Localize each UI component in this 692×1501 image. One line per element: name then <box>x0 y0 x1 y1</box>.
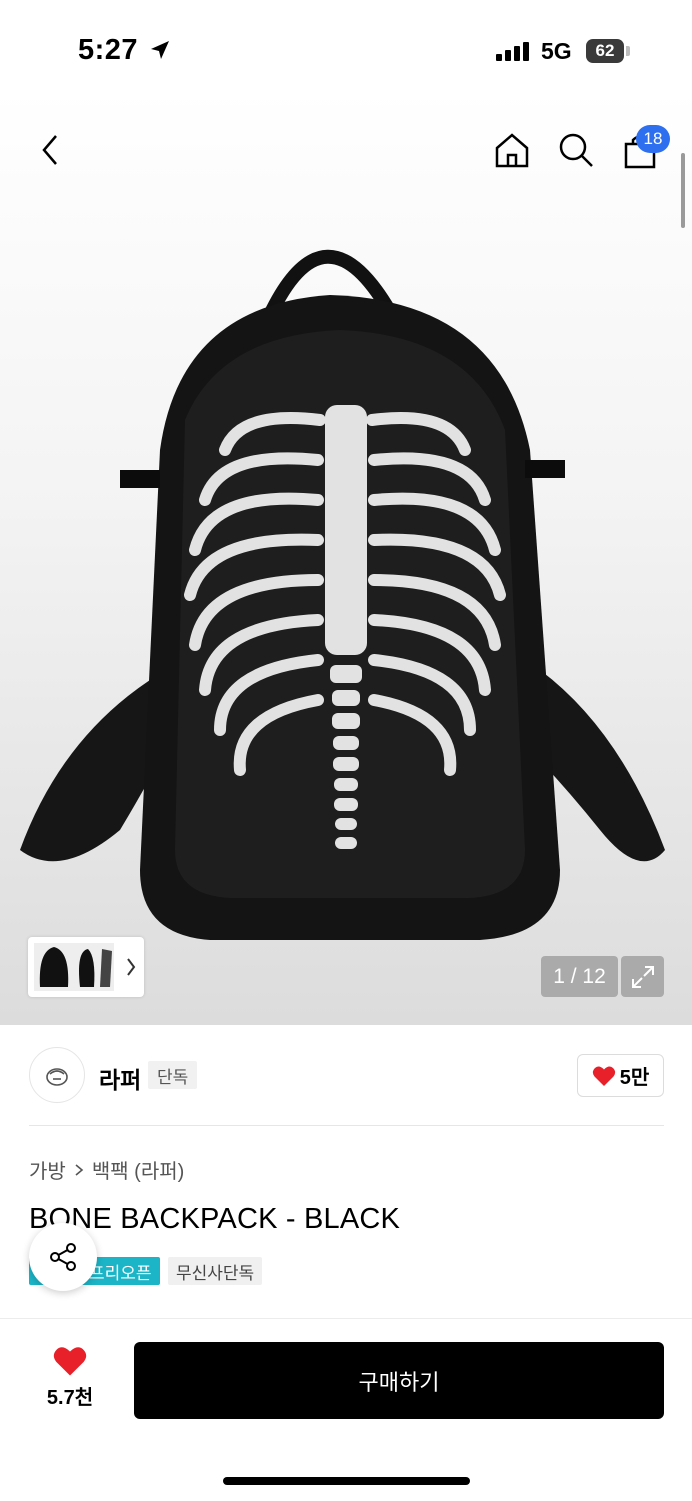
heart-icon <box>53 1347 87 1376</box>
brand-like-count: 5만 <box>619 1067 650 1089</box>
status-time: 5:27 <box>78 34 139 66</box>
wish-count: 5.7천 <box>46 1387 94 1409</box>
exclusive-tag: 단독 <box>148 1061 198 1089</box>
expand-button[interactable] <box>621 956 664 997</box>
heart-icon <box>592 1066 615 1086</box>
network-label: 5G <box>541 38 572 64</box>
cart-count-badge: 18 <box>636 125 670 153</box>
thumbnail-images <box>34 943 136 991</box>
back-button[interactable] <box>30 128 70 172</box>
home-button[interactable] <box>490 128 534 172</box>
musinsa-exclusive-tag: 무신사단독 <box>168 1257 263 1285</box>
thumbnail-strip[interactable] <box>28 937 144 997</box>
search-button[interactable] <box>554 128 598 172</box>
breadcrumb-subcategory[interactable]: 백팩 (라퍼) <box>92 1155 184 1184</box>
wish-button[interactable]: 5.7천 <box>35 1345 105 1410</box>
breadcrumb: 가방 백팩 (라퍼) <box>29 1155 184 1184</box>
home-indicator[interactable] <box>223 1477 470 1485</box>
battery-icon: 62 <box>586 39 624 63</box>
battery-level: 62 <box>595 41 615 60</box>
back-icon <box>42 135 57 165</box>
home-icon <box>495 133 529 168</box>
buy-button[interactable]: 구매하기 <box>134 1342 664 1419</box>
brand-logo-icon <box>46 1068 68 1086</box>
brand-logo[interactable] <box>29 1047 85 1103</box>
signal-icon <box>496 42 529 61</box>
search-icon <box>559 133 593 167</box>
chevron-right-icon <box>75 1163 84 1176</box>
share-button[interactable] <box>29 1223 97 1291</box>
battery-cap <box>626 46 630 56</box>
share-icon <box>50 1243 76 1271</box>
image-counter: 1 / 12 <box>541 956 618 997</box>
location-arrow-icon <box>151 41 169 59</box>
backpack-image <box>20 249 665 940</box>
breadcrumb-category[interactable]: 가방 <box>29 1155 66 1184</box>
divider <box>29 1125 664 1126</box>
brand-name[interactable]: 라퍼 <box>99 1061 141 1095</box>
brand-like-button[interactable]: 5만 <box>577 1054 664 1097</box>
expand-icon <box>631 965 654 988</box>
scrollbar[interactable] <box>681 153 685 228</box>
product-image-area[interactable] <box>0 90 692 1025</box>
